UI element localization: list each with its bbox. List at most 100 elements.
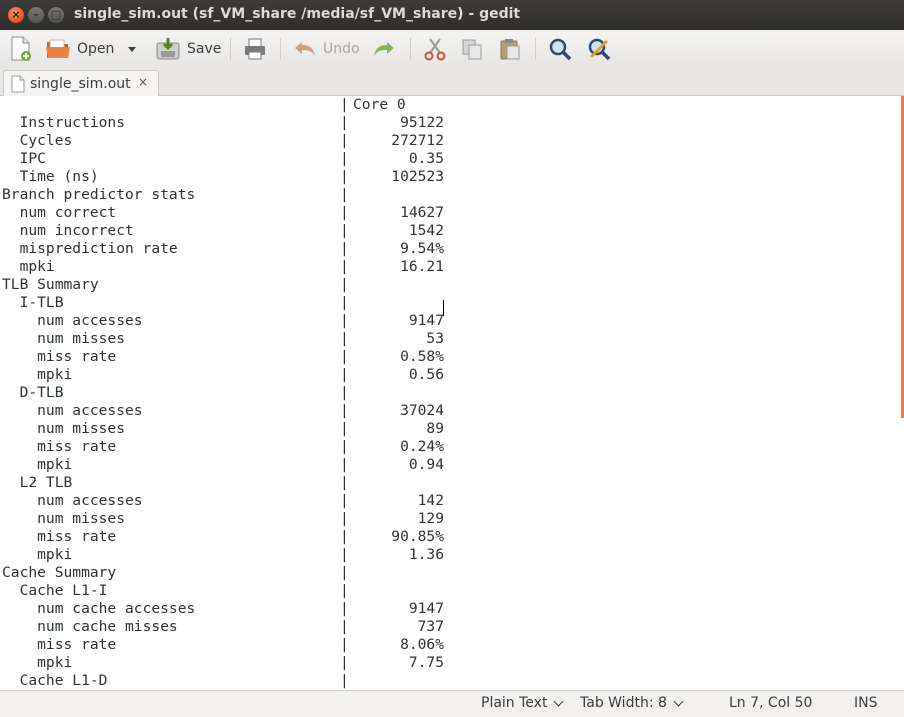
copy-icon — [462, 39, 482, 60]
line-label: Cycles — [2, 132, 73, 149]
text-file-icon — [11, 75, 25, 92]
open-recent-dropdown[interactable] — [126, 35, 138, 63]
cut-button[interactable] — [423, 35, 447, 63]
column-separator: | — [340, 546, 349, 563]
line-value: 129 — [417, 510, 444, 527]
line-value: 95122 — [400, 114, 444, 131]
text-line: Time (ns) | 102523 — [2, 168, 444, 186]
toolbar-separator — [410, 38, 411, 60]
column-separator: | — [340, 132, 349, 149]
line-label: misprediction rate — [2, 240, 178, 257]
line-label: num accesses — [2, 312, 143, 329]
text-line: Cache L1-D | — [2, 672, 444, 690]
tab-single-sim[interactable]: single_sim.out × — [3, 70, 159, 96]
line-label: miss rate — [2, 528, 117, 545]
line-value: 0.58% — [400, 348, 444, 365]
undo-icon — [295, 42, 315, 56]
line-value: 102523 — [391, 168, 444, 185]
paste-button[interactable] — [498, 35, 522, 63]
text-line: num cache misses | 737 — [2, 618, 444, 636]
column-separator: | — [340, 402, 349, 419]
text-line: num incorrect | 1542 — [2, 222, 444, 240]
line-label: Branch predictor stats — [2, 186, 196, 203]
column-separator: | — [340, 330, 349, 347]
text-line: Cache Summary | — [2, 564, 444, 582]
line-value: 9147 — [408, 600, 444, 617]
new-document-icon — [11, 36, 31, 61]
column-separator: | — [340, 96, 349, 113]
line-label: miss rate — [2, 636, 117, 653]
window-minimize-button[interactable]: – — [28, 7, 44, 23]
column-separator: | — [340, 672, 349, 689]
line-value: 14627 — [400, 204, 444, 221]
text-line: mpki | 16.21 — [2, 258, 444, 276]
line-label: num incorrect — [2, 222, 134, 239]
open-button[interactable]: Open — [45, 35, 114, 63]
column-separator: | — [340, 240, 349, 257]
line-value: 737 — [417, 618, 444, 635]
line-value: 9.54% — [400, 240, 444, 257]
column-separator: | — [340, 600, 349, 617]
tab-width-selector[interactable]: Tab Width: 8 — [580, 695, 684, 711]
undo-button[interactable]: Undo — [293, 35, 360, 63]
print-button[interactable] — [243, 35, 267, 63]
chevron-down-icon — [554, 696, 564, 706]
line-label: mpki — [2, 366, 73, 383]
text-line: miss rate | 8.06% — [2, 636, 444, 654]
copy-button[interactable] — [460, 35, 484, 63]
column-separator: | — [340, 150, 349, 167]
column-separator: | — [340, 114, 349, 131]
tab-label: single_sim.out — [30, 75, 131, 92]
column-separator: | — [340, 168, 349, 185]
text-line: Branch predictor stats | — [2, 186, 444, 204]
column-separator: | — [340, 564, 349, 581]
text-line: num misses | 89 — [2, 420, 444, 438]
line-label: Time (ns) — [2, 168, 99, 185]
line-label: I-TLB — [2, 294, 64, 311]
text-line: mpki | 0.94 — [2, 456, 444, 474]
status-bar: Plain Text Tab Width: 8 Ln 7, Col 50 INS — [0, 690, 904, 717]
line-label: miss rate — [2, 348, 117, 365]
column-separator: | — [340, 294, 349, 311]
line-label: mpki — [2, 654, 73, 671]
language-selector[interactable]: Plain Text — [481, 695, 564, 711]
window-close-button[interactable]: × — [8, 7, 24, 23]
column-separator: | — [340, 366, 349, 383]
window-maximize-button[interactable]: □ — [48, 7, 64, 23]
line-label: num cache accesses — [2, 600, 196, 617]
print-icon — [245, 38, 265, 60]
text-line: mpki | 0.56 — [2, 366, 444, 384]
line-value: 0.94 — [408, 456, 444, 473]
insert-mode-indicator: INS — [854, 695, 878, 711]
line-value: 8.06% — [400, 636, 444, 653]
text-line: miss rate | 90.85% — [2, 528, 444, 546]
line-label: Instructions — [2, 114, 126, 131]
chevron-down-icon — [673, 696, 684, 706]
column-separator: | — [340, 636, 349, 653]
line-value: 272712 — [391, 132, 444, 149]
line-value: 9147 — [408, 312, 444, 329]
line-label: num correct — [2, 204, 117, 221]
line-label: Cache L1-D — [2, 672, 108, 689]
line-value: 1.36 — [408, 546, 444, 563]
text-editor[interactable]: | Core 0 Instructions | 95122 Cycles | 272712… — [0, 96, 904, 690]
line-label: L2 TLB — [2, 474, 73, 491]
column-separator: | — [340, 492, 349, 509]
tab-bar: single_sim.out × — [0, 68, 904, 96]
line-label: IPC — [2, 150, 46, 167]
column-separator: | — [340, 582, 349, 599]
text-line: mpki | 1.36 — [2, 546, 444, 564]
redo-button[interactable] — [372, 35, 396, 63]
text-line: L2 TLB | — [2, 474, 444, 492]
toolbar-separator — [230, 38, 231, 60]
new-document-button[interactable] — [9, 35, 33, 63]
replace-button[interactable] — [587, 35, 611, 63]
search-button[interactable] — [548, 35, 572, 63]
column-separator: | — [340, 276, 349, 293]
save-button[interactable]: Save — [155, 35, 221, 63]
replace-icon — [588, 38, 611, 61]
text-line: mpki | 7.75 — [2, 654, 444, 672]
text-line: num misses | 53 — [2, 330, 444, 348]
tab-close-icon[interactable]: × — [138, 75, 148, 89]
line-label: num misses — [2, 510, 126, 527]
